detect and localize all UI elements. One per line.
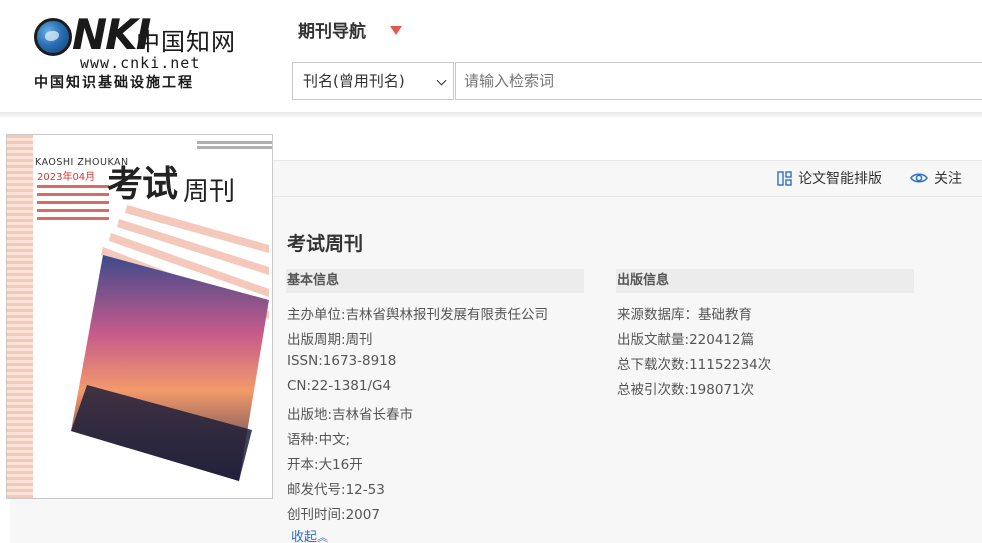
info-label: CN: [287,378,312,394]
follow-label: 关注 [934,171,962,187]
collapse-link[interactable]: 收起︽ [291,526,328,543]
publish-info-heading: 出版信息 [616,269,914,293]
info-row: 语种:中文; [287,428,350,448]
info-row: 总被引次数:198071次 [617,378,754,398]
info-value: 吉林省长春市 [332,407,414,423]
info-row: 总下载次数:11152234次 [617,353,771,373]
cover-name-sub: 周刊 [183,177,236,207]
logo-tagline: 中国知识基础设施工程 [34,75,194,91]
info-row: 出版文献量:220412篇 [617,328,754,348]
info-label: 总下载次数: [617,357,690,373]
layout-grid-icon [777,170,792,186]
info-row: 来源数据库：基础教育 [617,303,752,323]
eye-icon [910,171,928,185]
info-row: 出版地:吉林省长春市 [287,403,413,423]
info-value: 12-53 [345,482,385,498]
info-value: 22-1381/G4 [311,378,392,394]
site-header: NKI 中国知网 www.cnki.net 中国知识基础设施工程 期刊导航 刊名… [0,0,982,112]
globe-icon [34,18,72,56]
info-row: CN:22-1381/G4 [287,378,391,394]
double-chevron-up-icon: ︽ [317,531,329,543]
info-value: 中文; [318,432,351,448]
search-field-select[interactable]: 刊名(曾用刊名) [292,62,454,100]
info-row: 出版周期:周刊 [287,328,373,348]
journal-cover-image[interactable]: KAOSHI ZHOUKAN 2023年04月 考试 周刊 [6,134,273,499]
logo-chinese-name: 中国知网 [136,28,236,56]
info-value: 2007 [345,507,380,523]
info-row: 创刊时间:2007 [287,503,380,523]
info-value: 1673-8918 [322,353,397,369]
info-label: 出版文献量: [617,332,690,348]
info-value: 220412篇 [689,332,755,348]
journal-nav-title[interactable]: 期刊导航 [298,17,366,42]
info-row: 开本:大16开 [287,453,363,473]
info-value: 11152234次 [689,357,772,373]
smart-layout-label: 论文智能排版 [798,171,882,187]
cover-spine [7,135,33,498]
info-row: 邮发代号:12-53 [287,478,385,498]
cover-issue: 2023年04月 [37,172,96,183]
info-value: 大16开 [318,457,363,473]
cnki-logo[interactable]: NKI 中国知网 www.cnki.net 中国知识基础设施工程 [32,10,242,94]
info-value: 周刊 [345,332,373,348]
info-label: 出版周期: [287,332,346,348]
info-label: 邮发代号: [287,482,346,498]
cover-name-main: 考试 [107,163,178,205]
collapse-label: 收起 [291,530,318,543]
info-label: 创刊时间: [287,507,346,523]
basic-info-heading: 基本信息 [286,269,584,293]
info-label: 主办单位: [287,307,346,323]
info-label: 开本: [287,457,319,473]
logo-url: www.cnki.net [80,54,201,72]
chevron-down-icon [436,75,447,86]
info-value: 198071次 [689,382,755,398]
info-row: 主办单位:吉林省舆林报刊发展有限责任公司 [287,303,548,323]
info-label: ISSN: [287,353,323,369]
info-label: 总被引次数: [617,382,690,398]
info-value: 吉林省舆林报刊发展有限责任公司 [345,307,549,323]
toolbar-divider [272,196,982,197]
info-value: 基础教育 [698,307,752,323]
search-input[interactable] [455,62,982,100]
journal-title: 考试周刊 [287,233,364,255]
cover-lines [37,185,109,225]
smart-layout-button[interactable]: 论文智能排版 [777,168,882,188]
info-label: 来源数据库： [617,307,698,323]
search-field-value: 刊名(曾用刊名) [303,72,405,90]
cover-codes [197,141,272,155]
info-label: 出版地: [287,407,333,423]
follow-button[interactable]: 关注 [910,168,962,188]
info-row: ISSN:1673-8918 [287,353,396,369]
info-label: 语种: [287,432,319,448]
caret-down-icon[interactable] [390,26,402,35]
